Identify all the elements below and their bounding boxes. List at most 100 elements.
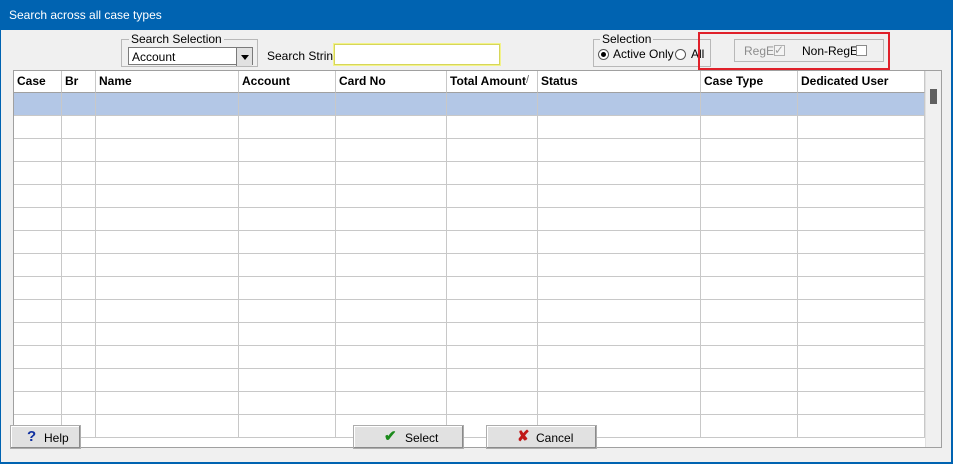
table-cell[interactable]	[14, 116, 62, 138]
column-header-total-amount[interactable]: Total Amount /	[447, 71, 538, 93]
table-row[interactable]	[14, 208, 925, 231]
table-cell[interactable]	[239, 300, 336, 322]
table-cell[interactable]	[96, 392, 239, 414]
table-cell[interactable]	[96, 346, 239, 368]
table-cell[interactable]	[798, 254, 925, 276]
table-cell[interactable]	[14, 392, 62, 414]
table-cell[interactable]	[14, 369, 62, 391]
table-cell[interactable]	[798, 208, 925, 230]
table-cell[interactable]	[336, 93, 447, 115]
table-cell[interactable]	[14, 208, 62, 230]
table-row[interactable]	[14, 185, 925, 208]
table-cell[interactable]	[239, 415, 336, 437]
search-string-input[interactable]	[333, 43, 501, 66]
help-button[interactable]: ? Help	[10, 425, 81, 449]
table-cell[interactable]	[96, 323, 239, 345]
table-cell[interactable]	[62, 323, 96, 345]
table-cell[interactable]	[62, 369, 96, 391]
table-cell[interactable]	[701, 392, 798, 414]
table-cell[interactable]	[336, 254, 447, 276]
table-cell[interactable]	[447, 139, 538, 161]
table-cell[interactable]	[538, 162, 701, 184]
table-cell[interactable]	[239, 254, 336, 276]
table-cell[interactable]	[62, 392, 96, 414]
table-cell[interactable]	[538, 300, 701, 322]
table-cell[interactable]	[96, 93, 239, 115]
table-cell[interactable]	[62, 162, 96, 184]
table-cell[interactable]	[96, 185, 239, 207]
table-cell[interactable]	[538, 277, 701, 299]
table-cell[interactable]	[239, 346, 336, 368]
table-cell[interactable]	[336, 162, 447, 184]
table-cell[interactable]	[538, 346, 701, 368]
table-cell[interactable]	[798, 369, 925, 391]
column-header-account[interactable]: Account	[239, 71, 336, 93]
table-cell[interactable]	[701, 300, 798, 322]
table-cell[interactable]	[538, 185, 701, 207]
table-cell[interactable]	[701, 277, 798, 299]
table-row[interactable]	[14, 93, 925, 116]
table-cell[interactable]	[62, 116, 96, 138]
table-cell[interactable]	[96, 162, 239, 184]
table-cell[interactable]	[239, 277, 336, 299]
all-radio[interactable]	[675, 49, 686, 60]
table-cell[interactable]	[798, 162, 925, 184]
table-cell[interactable]	[62, 139, 96, 161]
table-cell[interactable]	[239, 392, 336, 414]
table-row[interactable]	[14, 346, 925, 369]
table-cell[interactable]	[62, 231, 96, 253]
column-header-status[interactable]: Status	[538, 71, 701, 93]
table-cell[interactable]	[538, 254, 701, 276]
table-cell[interactable]	[538, 139, 701, 161]
table-cell[interactable]	[336, 369, 447, 391]
table-row[interactable]	[14, 300, 925, 323]
table-cell[interactable]	[62, 254, 96, 276]
table-cell[interactable]	[798, 277, 925, 299]
table-cell[interactable]	[239, 231, 336, 253]
table-cell[interactable]	[447, 323, 538, 345]
table-cell[interactable]	[701, 346, 798, 368]
active-only-label[interactable]: Active Only	[613, 47, 674, 61]
table-cell[interactable]	[239, 162, 336, 184]
table-row[interactable]	[14, 231, 925, 254]
table-cell[interactable]	[798, 300, 925, 322]
scrollbar-thumb[interactable]	[930, 89, 937, 104]
table-cell[interactable]	[336, 116, 447, 138]
title-bar[interactable]: Search across all case types	[0, 0, 953, 30]
table-cell[interactable]	[96, 139, 239, 161]
table-cell[interactable]	[447, 208, 538, 230]
table-cell[interactable]	[62, 277, 96, 299]
table-cell[interactable]	[538, 392, 701, 414]
table-cell[interactable]	[701, 369, 798, 391]
dropdown-button[interactable]	[236, 48, 252, 66]
table-cell[interactable]	[538, 116, 701, 138]
table-cell[interactable]	[336, 392, 447, 414]
table-cell[interactable]	[701, 93, 798, 115]
table-cell[interactable]	[798, 185, 925, 207]
table-cell[interactable]	[538, 323, 701, 345]
table-cell[interactable]	[447, 162, 538, 184]
table-cell[interactable]	[538, 231, 701, 253]
table-row[interactable]	[14, 323, 925, 346]
table-cell[interactable]	[701, 162, 798, 184]
table-cell[interactable]	[447, 93, 538, 115]
table-row[interactable]	[14, 277, 925, 300]
table-cell[interactable]	[447, 392, 538, 414]
table-cell[interactable]	[14, 277, 62, 299]
table-cell[interactable]	[62, 93, 96, 115]
table-cell[interactable]	[14, 185, 62, 207]
table-cell[interactable]	[96, 369, 239, 391]
table-cell[interactable]	[96, 231, 239, 253]
cancel-button[interactable]: ✘ Cancel	[486, 425, 597, 449]
table-cell[interactable]	[96, 254, 239, 276]
table-cell[interactable]	[798, 139, 925, 161]
table-cell[interactable]	[798, 323, 925, 345]
table-cell[interactable]	[701, 139, 798, 161]
table-cell[interactable]	[538, 369, 701, 391]
column-header-case[interactable]: Case	[14, 71, 62, 93]
table-cell[interactable]	[701, 231, 798, 253]
table-cell[interactable]	[96, 277, 239, 299]
table-cell[interactable]	[96, 116, 239, 138]
table-cell[interactable]	[14, 300, 62, 322]
table-cell[interactable]	[239, 369, 336, 391]
